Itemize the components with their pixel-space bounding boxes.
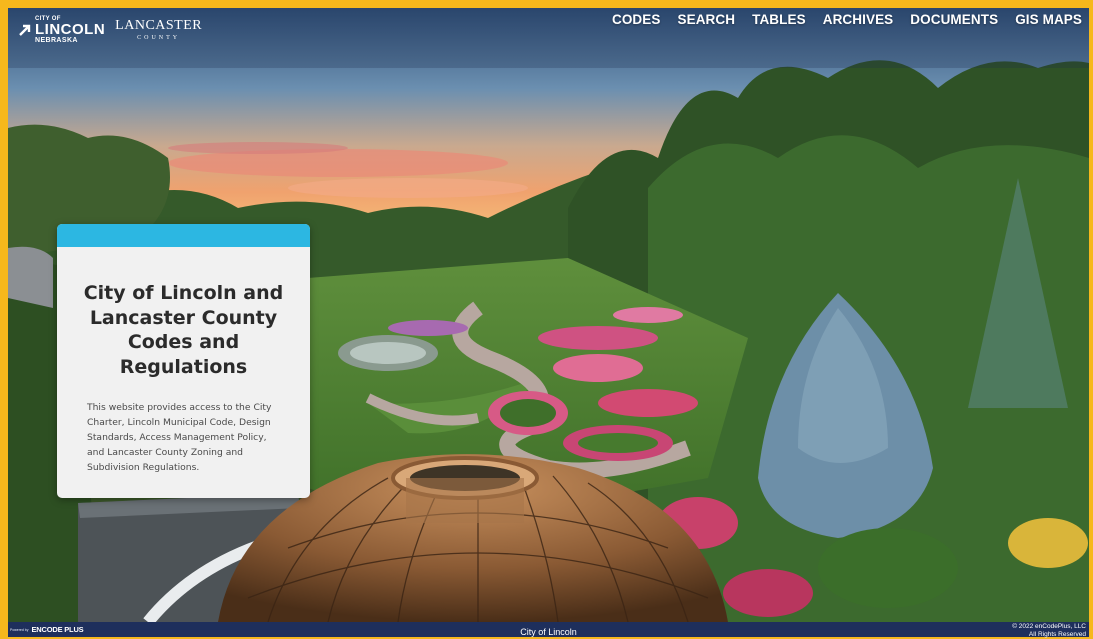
lancaster-logo-bottom: COUNTY <box>137 35 181 41</box>
nav-archives[interactable]: ARCHIVES <box>823 12 894 27</box>
page-frame: CITY OF LINCOLN NEBRASKA LANCASTER COUNT… <box>0 0 1093 638</box>
footer-site-name: City of Lincoln <box>520 627 577 637</box>
lancaster-logo-main: LANCASTER <box>115 18 203 33</box>
lincoln-logo-bottom: NEBRASKA <box>35 37 78 44</box>
city-of-lincoln-logo[interactable]: CITY OF LINCOLN NEBRASKA <box>18 16 105 44</box>
lancaster-county-logo[interactable]: LANCASTER COUNTY <box>115 18 203 42</box>
main-nav: CODES SEARCH TABLES ARCHIVES DOCUMENTS G… <box>612 12 1082 27</box>
lincoln-arrow-icon <box>19 24 31 36</box>
nav-gis-maps[interactable]: GIS MAPS <box>1015 12 1082 27</box>
hero-banner: CITY OF LINCOLN NEBRASKA LANCASTER COUNT… <box>8 8 1089 622</box>
header-logos: CITY OF LINCOLN NEBRASKA LANCASTER COUNT… <box>18 16 202 44</box>
rights-text: All Rights Reserved <box>1028 631 1086 638</box>
intro-card: City of Lincoln and Lancaster County Cod… <box>57 224 310 498</box>
footer: Powered by ENCODE PLUS City of Lincoln ©… <box>8 622 1089 638</box>
intro-card-accent-bar <box>57 224 310 247</box>
nav-tables[interactable]: TABLES <box>752 12 806 27</box>
nav-documents[interactable]: DOCUMENTS <box>910 12 998 27</box>
nav-search[interactable]: SEARCH <box>678 12 736 27</box>
nav-codes[interactable]: CODES <box>612 12 661 27</box>
lincoln-logo-main: LINCOLN <box>35 21 106 38</box>
copyright-text: © 2022 enCodePlus, LLC <box>1012 623 1086 630</box>
intro-card-description: This website provides access to the City… <box>87 402 272 473</box>
intro-card-title: City of Lincoln and Lancaster County Cod… <box>83 282 284 378</box>
